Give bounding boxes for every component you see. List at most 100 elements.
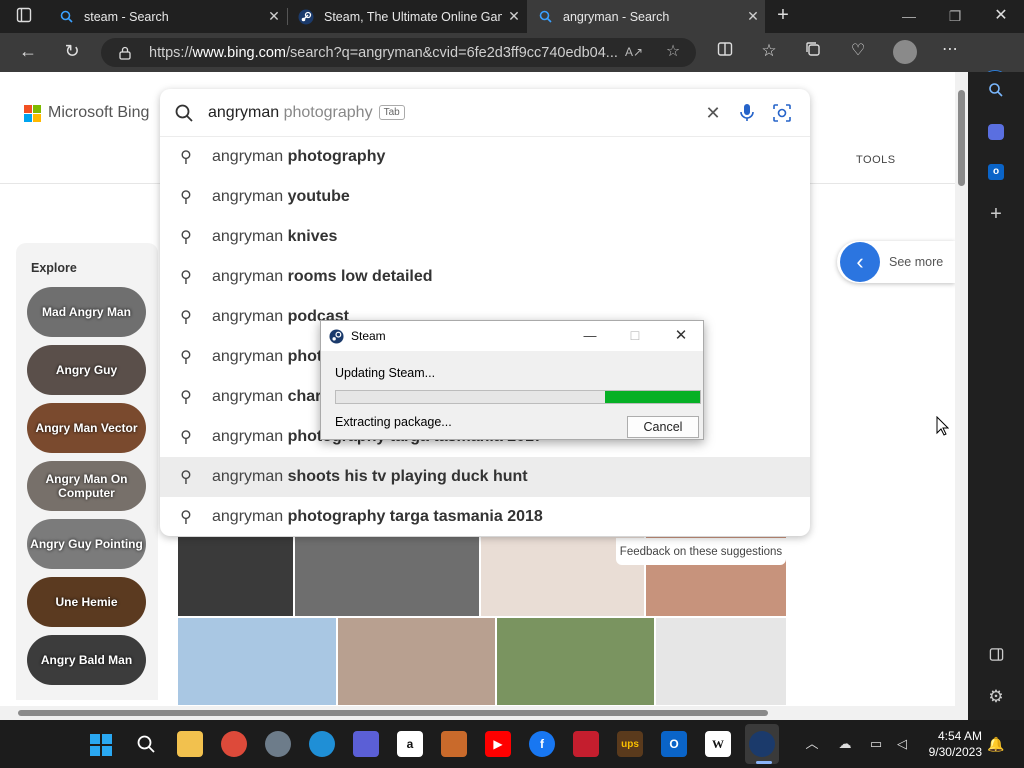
windows-start-icon[interactable]	[90, 734, 112, 756]
back-icon[interactable]: ←	[17, 41, 39, 61]
horizontal-scrollbar[interactable]	[0, 706, 968, 720]
copilot-app-icon[interactable]	[353, 731, 379, 757]
suggestion-item[interactable]: ⚲ angryman photography targa tasmania 201…	[160, 497, 810, 537]
microphone-icon[interactable]	[737, 102, 757, 124]
cancel-button[interactable]: Cancel	[627, 416, 699, 438]
file-explorer-icon[interactable]	[177, 731, 203, 757]
restore-icon[interactable]: ❐	[944, 6, 966, 26]
notification-bell-icon[interactable]: 🔔	[986, 734, 1006, 754]
explore-item[interactable]: Angry Guy	[27, 345, 146, 395]
copilot-icon[interactable]	[988, 124, 1004, 140]
favorites-icon[interactable]: ☆	[756, 41, 782, 61]
volume-icon[interactable]: ◁	[892, 734, 912, 754]
feedback-link[interactable]: Feedback on these suggestions	[616, 538, 786, 565]
more-icon[interactable]: ⋯	[938, 40, 962, 60]
amazon-icon[interactable]: a	[397, 731, 423, 757]
explore-item[interactable]: Angry Man Vector	[27, 403, 146, 453]
image-result[interactable]	[295, 537, 479, 616]
outlook-icon[interactable]: o	[988, 164, 1004, 180]
suggestion-prefix: angryman	[212, 468, 288, 485]
chrome-icon[interactable]	[221, 731, 247, 757]
tab-bar: steam - Search ✕ Steam, The Ultimate Onl…	[0, 0, 1024, 33]
image-result[interactable]	[338, 618, 495, 705]
close-window-icon[interactable]: ✕	[990, 6, 1012, 26]
image-result[interactable]	[178, 618, 336, 705]
vertical-scrollbar[interactable]	[955, 72, 968, 706]
suggestion-bold: photography	[287, 148, 386, 165]
search-ghost-text: photography	[279, 103, 373, 121]
explore-title: Explore	[31, 261, 77, 275]
tab-steam-search[interactable]: steam - Search ✕	[48, 0, 286, 33]
edge-icon[interactable]	[309, 731, 335, 757]
see-more-label: See more	[889, 255, 944, 269]
close-tab-icon[interactable]: ✕	[502, 8, 526, 25]
explore-item[interactable]: Mad Angry Man	[27, 287, 146, 337]
tab-steam-home[interactable]: Steam, The Ultimate Online Gam ✕	[288, 0, 526, 33]
taskbar-search-icon[interactable]	[133, 731, 159, 757]
wikipedia-icon[interactable]: W	[705, 731, 731, 757]
tab-actions-icon[interactable]	[14, 7, 34, 29]
image-result[interactable]	[497, 618, 654, 705]
close-tab-icon[interactable]: ✕	[741, 8, 765, 25]
split-screen-icon[interactable]	[712, 41, 738, 63]
chevron-left-icon: ‹	[840, 242, 880, 282]
visual-search-icon[interactable]	[771, 102, 793, 124]
microsoft-logo-icon	[24, 104, 41, 122]
suggestion-item[interactable]: ⚲ angryman rooms low detailed	[160, 257, 810, 297]
dialog-minimize-icon[interactable]: —	[579, 326, 601, 346]
youtube-icon[interactable]: ▶	[485, 731, 511, 757]
see-more-button[interactable]: ‹ See more	[837, 241, 955, 283]
tab-angryman-search[interactable]: angryman - Search ✕	[527, 0, 765, 33]
search-typed-text: angryman	[208, 103, 280, 121]
suggestion-prefix: angryman	[212, 148, 288, 165]
clear-search-icon[interactable]: ✕	[702, 103, 724, 123]
suggestion-item[interactable]: ⚲ angryman photography	[160, 137, 810, 177]
suggestion-item[interactable]: ⚲ angryman knives	[160, 217, 810, 257]
suggestion-prefix: angryman	[212, 228, 288, 245]
refresh-icon[interactable]: ↻	[61, 41, 83, 61]
performance-icon[interactable]: ♡	[845, 41, 871, 61]
explore-item[interactable]: Angry Bald Man	[27, 635, 146, 685]
image-result[interactable]	[656, 618, 786, 705]
scroll-thumb[interactable]	[958, 90, 965, 186]
scroll-thumb[interactable]	[18, 710, 768, 716]
clock[interactable]: 4:54 AM 9/30/2023	[922, 728, 982, 760]
sidebar-toggle-icon[interactable]	[986, 647, 1006, 668]
outlook-app-icon[interactable]: O	[661, 731, 687, 757]
detail-text: Extracting package...	[335, 415, 452, 429]
add-favorite-icon[interactable]: ☆	[663, 42, 683, 62]
onedrive-icon[interactable]: ☁	[835, 734, 855, 754]
explore-item[interactable]: Une Hemie	[27, 577, 146, 627]
profile-avatar[interactable]	[893, 40, 917, 64]
search-icon[interactable]	[986, 82, 1006, 104]
image-result[interactable]	[178, 537, 293, 616]
suggestion-item[interactable]: ⚲ angryman youtube	[160, 177, 810, 217]
ups-icon[interactable]: ups	[617, 731, 643, 757]
settings-app-icon[interactable]	[265, 731, 291, 757]
suggestion-prefix: angryman	[212, 428, 288, 445]
close-tab-icon[interactable]: ✕	[262, 8, 286, 25]
read-aloud-icon[interactable]: A↗	[624, 42, 644, 62]
add-icon[interactable]: +	[986, 204, 1006, 224]
active-app-indicator	[756, 761, 772, 764]
chevron-up-icon[interactable]: ︿	[803, 734, 821, 754]
explore-item[interactable]: Angry Guy Pointing	[27, 519, 146, 569]
dialog-close-icon[interactable]: ✕	[670, 326, 692, 346]
suggestion-bold: youtube	[287, 188, 350, 205]
new-tab-icon[interactable]: +	[772, 5, 794, 25]
news-icon[interactable]	[573, 731, 599, 757]
url-field[interactable]: https://www.bing.com/search?q=angryman&c…	[101, 38, 696, 67]
explore-item[interactable]: Angry Man On Computer	[27, 461, 146, 511]
settings-gear-icon[interactable]: ⚙	[986, 687, 1006, 707]
tools-tab[interactable]: TOOLS	[856, 154, 896, 166]
steam-app-icon[interactable]	[749, 731, 775, 757]
bing-logo[interactable]: Microsoft Bing	[24, 104, 149, 122]
suggestion-item-highlighted[interactable]: ⚲ angryman shoots his tv playing duck hun…	[160, 457, 810, 497]
minimize-icon[interactable]: —	[898, 6, 920, 26]
edge-sidebar: o + ⚙	[968, 72, 1024, 720]
tab-hint: Tab	[378, 105, 405, 120]
network-icon[interactable]: ▭	[866, 734, 886, 754]
facebook-icon[interactable]: f	[529, 731, 555, 757]
store-icon[interactable]	[441, 731, 467, 757]
collections-icon[interactable]	[800, 41, 826, 63]
